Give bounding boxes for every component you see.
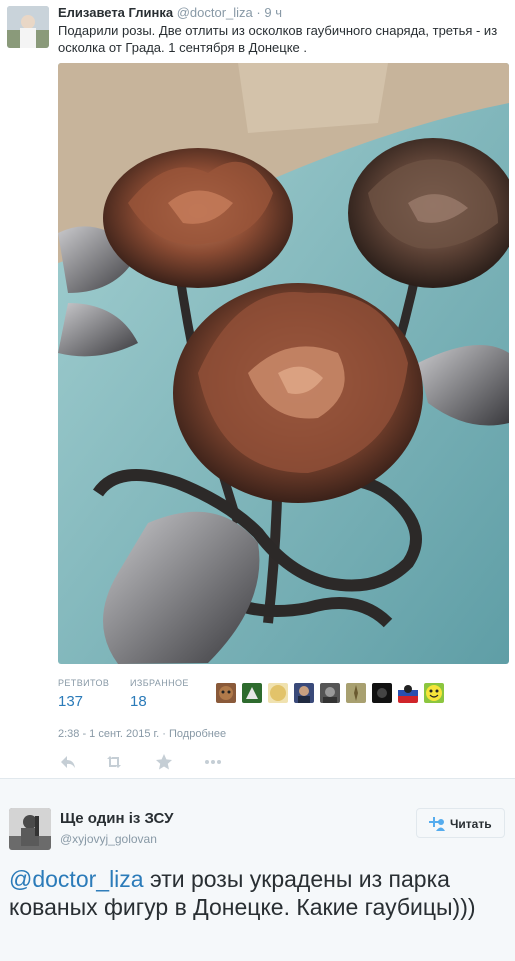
separator-dot: · [256, 5, 261, 20]
tweet-header: Елизавета Глинка @doctor_liza · 9 ч [58, 5, 282, 20]
details-link[interactable]: Подробнее [169, 728, 226, 740]
favoriter-avatar[interactable] [372, 683, 392, 703]
favorite-icon[interactable] [154, 752, 174, 772]
author-avatar[interactable] [7, 6, 49, 48]
tweet-stats: РЕТВИТОВ 137 ИЗБРАННОЕ 18 [58, 678, 509, 718]
reply-icon[interactable] [58, 752, 78, 772]
tweet-text: Подарили розы. Две отлиты из осколков га… [58, 23, 498, 55]
favorites-stat[interactable]: ИЗБРАННОЕ 18 [130, 678, 189, 710]
quoting-tweet-card: Ще один із ЗСУ @xyjovyj_golovan Читать @… [0, 778, 515, 961]
favorites-count[interactable]: 18 [130, 693, 189, 710]
favoriter-avatar[interactable] [346, 683, 366, 703]
user-name[interactable]: Ще один із ЗСУ [60, 810, 174, 827]
retweets-stat[interactable]: РЕТВИТОВ 137 [58, 678, 109, 710]
favoriter-avatar[interactable] [424, 683, 444, 703]
reply-text: @doctor_liza эти розы украдены из парка … [9, 865, 509, 921]
follow-button[interactable]: Читать [416, 808, 505, 838]
add-user-icon [427, 817, 445, 831]
more-icon[interactable] [203, 752, 223, 772]
author-name[interactable]: Елизавета Глинка [58, 5, 173, 20]
retweets-count[interactable]: 137 [58, 693, 109, 710]
mention-link[interactable]: @doctor_liza [9, 866, 144, 892]
tweet-card: Елизавета Глинка @doctor_liza · 9 ч Пода… [0, 0, 515, 778]
favoriter-avatar[interactable] [398, 683, 418, 703]
tweet-timestamp: 2:38 - 1 сент. 2015 г. [58, 728, 160, 740]
user-handle[interactable]: @xyjovyj_golovan [60, 832, 157, 846]
meta-separator: · [159, 728, 170, 740]
favoriter-avatar[interactable] [294, 683, 314, 703]
author-handle[interactable]: @doctor_liza [177, 5, 253, 20]
retweet-icon[interactable] [104, 752, 124, 772]
tweet-meta: 2:38 - 1 сент. 2015 г. · Подробнее [58, 728, 226, 740]
favoriter-avatar[interactable] [268, 683, 288, 703]
favorites-label: ИЗБРАННОЕ [130, 678, 189, 688]
retweets-label: РЕТВИТОВ [58, 678, 110, 688]
tweet-photo[interactable] [58, 63, 509, 664]
tweet-time[interactable]: 9 ч [264, 5, 282, 20]
follow-label: Читать [450, 817, 492, 831]
favoriter-avatar[interactable] [216, 683, 236, 703]
favoriter-avatar[interactable] [320, 683, 340, 703]
favoriter-avatar[interactable] [242, 683, 262, 703]
user-avatar[interactable] [9, 808, 51, 850]
